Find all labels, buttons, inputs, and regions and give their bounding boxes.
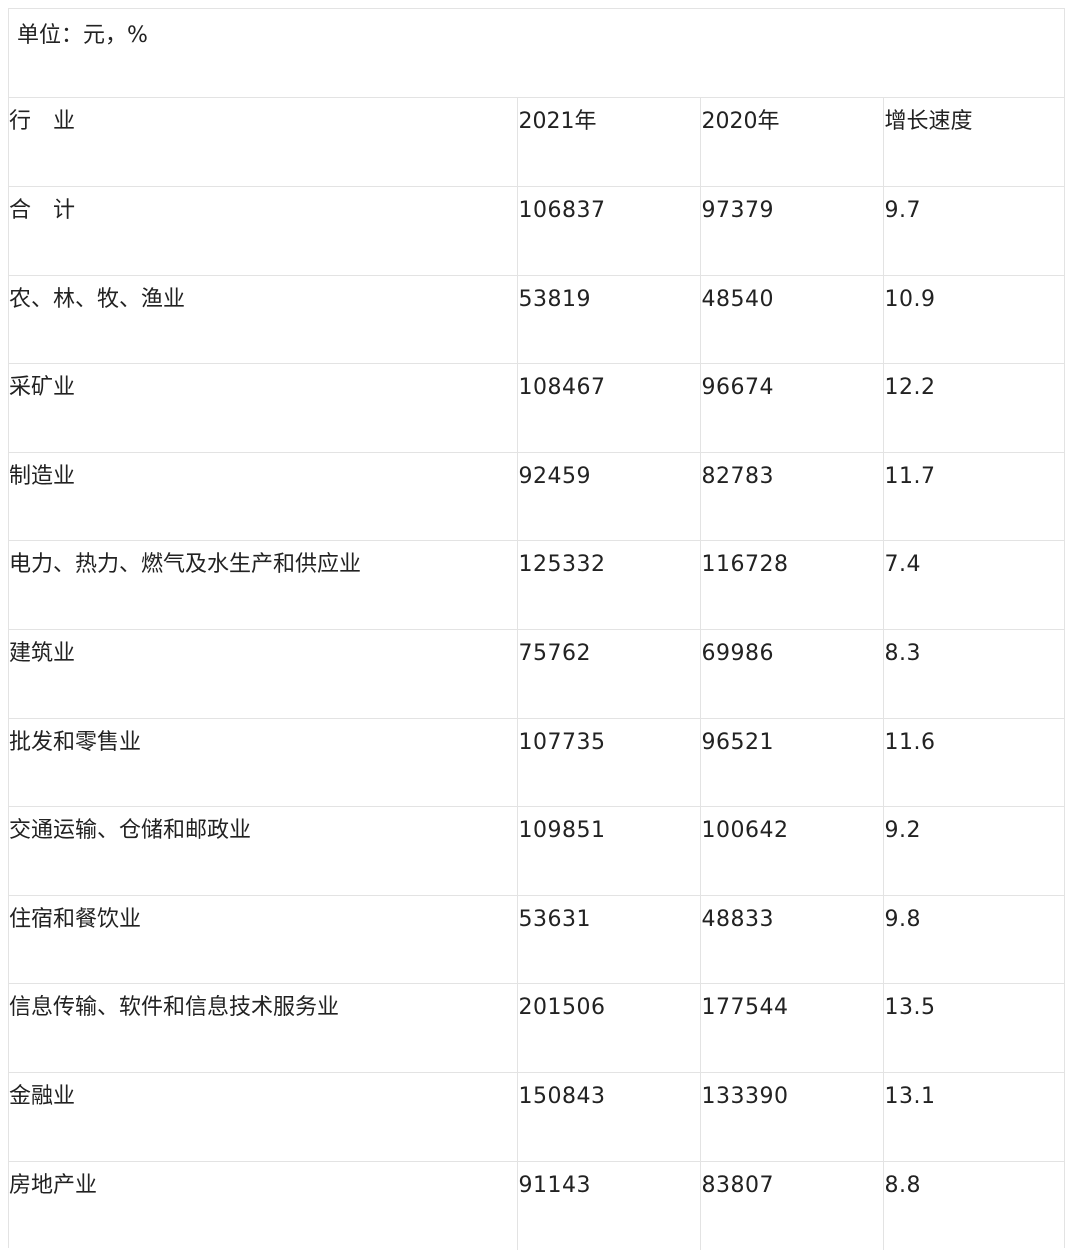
table-row: 农、林、牧、渔业 53819 48540 10.9 <box>8 275 1065 365</box>
industry-cell: 交通运输、仓储和邮政业 <box>8 806 517 896</box>
industry-cell: 批发和零售业 <box>8 718 517 808</box>
value-2021-cell: 92459 <box>516 452 700 542</box>
value-2020-cell: 48833 <box>699 895 883 985</box>
growth-cell: 7.4 <box>882 540 1065 631</box>
table-row: 批发和零售业 107735 96521 11.6 <box>8 718 1065 808</box>
value-2020-cell: 83807 <box>699 1161 883 1250</box>
industry-cell: 房地产业 <box>9 1172 98 1198</box>
value-2021-cell: 107735 <box>516 718 700 808</box>
value-2020-cell: 48540 <box>699 275 883 365</box>
table-row: 制造业 92459 82783 11.7 <box>8 452 1065 542</box>
growth-cell: 13.5 <box>882 983 1065 1074</box>
value-2021-cell: 53631 <box>516 895 700 985</box>
growth-cell: 9.2 <box>882 806 1065 896</box>
data-table: 行 业 2021年 2020年 增长速度 合 计 106837 97379 9.… <box>8 98 1065 1250</box>
growth-cell: 9.8 <box>882 895 1065 985</box>
growth-cell: 8.3 <box>882 629 1065 719</box>
table-row: 住宿和餐饮业 53631 48833 9.8 <box>8 895 1065 985</box>
table-row: 建筑业 75762 69986 8.3 <box>8 629 1065 719</box>
value-2020-cell: 116728 <box>699 540 883 631</box>
header-2020: 2020年 <box>699 98 883 188</box>
header-industry: 行 业 <box>8 98 517 188</box>
industry-cell: 建筑业 <box>8 629 517 719</box>
growth-cell: 12.2 <box>882 363 1065 453</box>
header-row: 行 业 2021年 2020年 增长速度 <box>8 98 1065 188</box>
table-row: 信息传输、软件和信息技术服务业 201506 177544 13.5 <box>8 983 1065 1074</box>
growth-cell: 10.9 <box>882 275 1065 365</box>
value-2021-cell: 125332 <box>516 540 700 631</box>
value-2021-cell: 53819 <box>516 275 700 365</box>
value-2021-cell: 109851 <box>516 806 700 896</box>
unit-note: 单位：元，% <box>9 9 1064 98</box>
industry-cell: 住宿和餐饮业 <box>8 895 517 985</box>
industry-cell: 金融业 <box>8 1072 517 1162</box>
growth-cell: 11.6 <box>882 718 1065 808</box>
value-2020-cell: 96521 <box>699 718 883 808</box>
value-2020-cell: 69986 <box>699 629 883 719</box>
industry-cell: 采矿业 <box>8 363 517 453</box>
value-2020-cell: 133390 <box>699 1072 883 1162</box>
growth-cell: 9.7 <box>882 186 1065 276</box>
value-2020-cell: 82783 <box>699 452 883 542</box>
industry-cell: 信息传输、软件和信息技术服务业 <box>8 983 517 1074</box>
table-row: 采矿业 108467 96674 12.2 <box>8 363 1065 453</box>
table-row: 房地产业 91143 83807 8.8 <box>8 1161 1065 1250</box>
wage-table: 单位：元，% 行 业 2021年 2020年 增长速度 合 计 106837 9… <box>8 8 1065 1250</box>
industry-cell: 电力、热力、燃气及水生产和供应业 <box>8 540 517 631</box>
value-2020-cell: 96674 <box>699 363 883 453</box>
table-row: 金融业 150843 133390 13.1 <box>8 1072 1065 1162</box>
value-2021-cell: 75762 <box>516 629 700 719</box>
value-2021-cell: 201506 <box>516 983 700 1074</box>
value-2021-cell: 91143 <box>516 1161 700 1250</box>
value-2021-cell: 106837 <box>516 186 700 276</box>
industry-cell: 制造业 <box>8 452 517 542</box>
value-2020-cell: 177544 <box>699 983 883 1074</box>
value-2020-cell: 100642 <box>699 806 883 896</box>
growth-cell: 8.8 <box>882 1161 1065 1250</box>
industry-cell: 合 计 <box>8 186 517 276</box>
industry-cell: 农、林、牧、渔业 <box>8 275 517 365</box>
header-growth: 增长速度 <box>882 98 1065 188</box>
value-2021-cell: 108467 <box>516 363 700 453</box>
value-2020-cell: 97379 <box>699 186 883 276</box>
table-row: 交通运输、仓储和邮政业 109851 100642 9.2 <box>8 806 1065 896</box>
table-row: 电力、热力、燃气及水生产和供应业 125332 116728 7.4 <box>8 540 1065 631</box>
growth-cell: 13.1 <box>882 1072 1065 1162</box>
growth-cell: 11.7 <box>882 452 1065 542</box>
header-2021: 2021年 <box>516 98 700 188</box>
table-row: 合 计 106837 97379 9.7 <box>8 186 1065 276</box>
value-2021-cell: 150843 <box>516 1072 700 1162</box>
